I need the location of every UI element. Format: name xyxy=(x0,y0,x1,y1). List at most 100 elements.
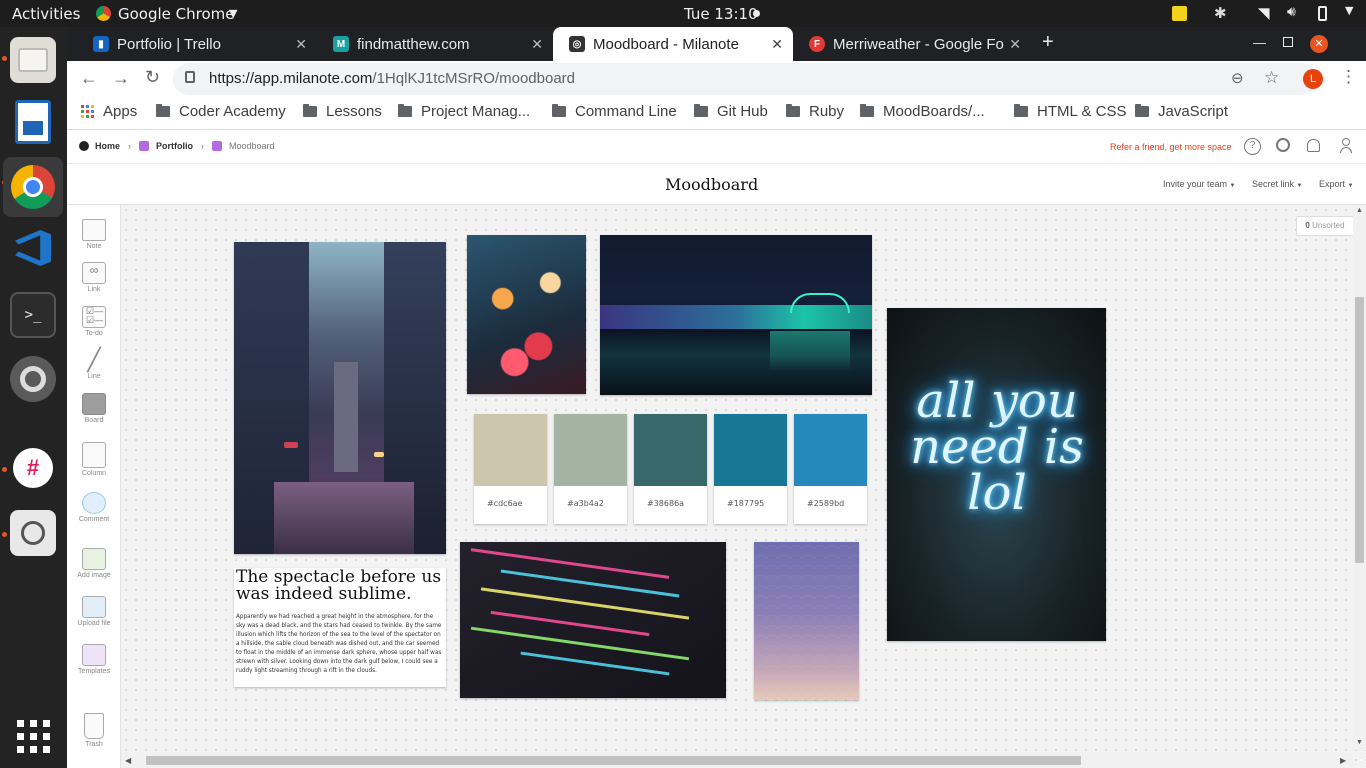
vertical-scrollbar[interactable]: ▲ ▼ xyxy=(1353,205,1366,750)
account-icon[interactable] xyxy=(1340,138,1352,155)
new-tab-icon[interactable]: + xyxy=(1042,31,1054,54)
battery-icon[interactable] xyxy=(1318,6,1327,21)
bookmark-folder[interactable]: Project Manag... xyxy=(398,103,530,120)
help-icon[interactable]: ? xyxy=(1244,138,1261,155)
secret-link-menu[interactable]: Secret link ▼ xyxy=(1252,179,1303,189)
refer-friend-link[interactable]: Refer a friend, get more space xyxy=(1110,142,1232,152)
tool-templates[interactable]: Templates xyxy=(67,644,121,675)
horizontal-scrollbar[interactable]: ◀ ▶ xyxy=(121,753,1353,768)
vscode-icon[interactable] xyxy=(10,225,56,271)
system-menu-chevron-icon[interactable]: ▼ xyxy=(1345,4,1353,17)
tool-link[interactable]: ∞ Link xyxy=(67,262,121,293)
sticky-notes-tray-icon[interactable] xyxy=(1172,6,1187,21)
files-icon[interactable] xyxy=(10,37,56,83)
text-note-card[interactable]: The spectacle before us was indeed subli… xyxy=(234,568,446,687)
upload-cloud-icon xyxy=(82,596,106,618)
board-title[interactable]: Moodboard xyxy=(665,175,758,194)
clock[interactable]: Tue 13:10 xyxy=(684,5,758,23)
night-bridge-image[interactable] xyxy=(600,235,872,395)
color-swatch[interactable]: #2589bd xyxy=(794,414,867,524)
bookmark-apps[interactable]: Apps xyxy=(81,103,137,120)
swatch-color xyxy=(714,414,787,486)
tab-milanote[interactable]: ◎ Moodboard - Milanote ✕ xyxy=(553,27,793,61)
close-tab-icon[interactable]: ✕ xyxy=(1005,36,1021,53)
tool-comment[interactable]: Comment xyxy=(67,492,121,523)
bookmark-star-icon[interactable]: ☆ xyxy=(1264,68,1279,88)
swatch-color xyxy=(634,414,707,486)
scales-pattern-image[interactable] xyxy=(754,542,859,700)
profile-avatar[interactable]: L xyxy=(1303,69,1323,89)
tab-google-fonts[interactable]: F Merriweather - Google Fo ✕ xyxy=(793,27,1031,61)
unsorted-button[interactable]: 0 Unsorted xyxy=(1296,216,1354,236)
writer-icon[interactable] xyxy=(10,99,56,145)
minimize-icon[interactable]: — xyxy=(1253,35,1266,50)
color-swatch[interactable]: #cdc6ae xyxy=(474,414,547,524)
trash[interactable]: Trash xyxy=(67,713,121,748)
bookmark-folder[interactable]: MoodBoards/... xyxy=(860,103,985,120)
back-icon[interactable]: ← xyxy=(80,68,98,89)
tool-upload-file[interactable]: Upload file xyxy=(67,596,121,627)
close-window-icon[interactable]: ✕ xyxy=(1310,35,1328,53)
bookmark-folder[interactable]: Ruby xyxy=(786,103,844,120)
code-screen-image[interactable] xyxy=(460,542,726,698)
breadcrumb-separator-icon: › xyxy=(201,141,205,151)
tool-board[interactable]: Board xyxy=(67,393,121,424)
close-tab-icon[interactable]: ✕ xyxy=(295,36,307,53)
maximize-icon[interactable] xyxy=(1283,37,1293,47)
bookmark-folder[interactable]: Command Line xyxy=(552,103,677,120)
reload-icon[interactable]: ↻ xyxy=(145,67,160,88)
tool-add-image[interactable]: Add image xyxy=(67,548,121,579)
breadcrumb-portfolio[interactable]: Portfolio xyxy=(156,141,193,151)
tool-column[interactable]: Column xyxy=(67,442,121,477)
bookmark-folder[interactable]: Git Hub xyxy=(694,103,768,120)
close-tab-icon[interactable]: ✕ xyxy=(531,36,543,53)
address-bar[interactable]: https://app.milanote.com/1HqlKJ1tcMSrRO/… xyxy=(173,63,1317,95)
tool-note[interactable]: Note xyxy=(67,219,121,250)
notifications-bell-icon[interactable] xyxy=(1307,139,1320,152)
swatch-label: #187795 xyxy=(727,499,765,508)
neon-sign-image[interactable]: all you need is lol xyxy=(887,308,1106,641)
chrome-menu-icon[interactable]: ⋮ xyxy=(1340,67,1357,87)
forward-icon[interactable]: → xyxy=(112,68,130,89)
slack-tray-icon[interactable]: ✱ xyxy=(1214,4,1227,22)
breadcrumb: Home › Portfolio › Moodboard xyxy=(79,141,275,151)
app-menu[interactable]: Google Chrome xyxy=(118,5,235,23)
terminal-icon[interactable]: >_ xyxy=(10,292,56,338)
swatch-label: #a3b4a2 xyxy=(567,499,604,508)
lock-icon[interactable] xyxy=(185,71,195,83)
wifi-icon[interactable]: ◥ xyxy=(1258,4,1270,22)
slack-icon[interactable]: # xyxy=(10,445,56,491)
show-applications-icon[interactable] xyxy=(10,713,56,759)
zoom-icon[interactable]: ⊖ xyxy=(1231,69,1244,87)
bookmark-folder[interactable]: Coder Academy xyxy=(156,103,286,120)
tab-trello[interactable]: ▮ Portfolio | Trello ✕ xyxy=(77,27,317,61)
export-menu[interactable]: Export ▼ xyxy=(1319,179,1353,189)
tool-todo[interactable]: ☑— ☑— To-do xyxy=(67,306,121,337)
board-icon xyxy=(139,141,150,151)
tab-title: Merriweather - Google Fo xyxy=(833,35,1004,53)
note-heading: The spectacle before us was indeed subli… xyxy=(236,568,442,604)
volume-icon[interactable]: 🔊︎ xyxy=(1287,4,1296,20)
tool-line[interactable]: ╱ Line xyxy=(67,347,121,381)
search-tool-icon[interactable] xyxy=(10,510,56,556)
tab-findmatthew[interactable]: M findmatthew.com ✕ xyxy=(317,27,553,61)
color-swatch[interactable]: #187795 xyxy=(714,414,787,524)
search-icon[interactable] xyxy=(1276,138,1290,152)
close-tab-icon[interactable]: ✕ xyxy=(771,36,783,53)
color-swatch[interactable]: #38686a xyxy=(634,414,707,524)
bokeh-lights-image[interactable] xyxy=(467,235,586,394)
breadcrumb-home[interactable]: Home xyxy=(95,141,120,151)
bookmark-folder[interactable]: Lessons xyxy=(303,103,382,120)
apps-grid-icon xyxy=(81,105,94,118)
tab-title: findmatthew.com xyxy=(357,35,470,53)
settings-icon[interactable] xyxy=(10,356,56,402)
invite-team-menu[interactable]: Invite your team ▼ xyxy=(1163,179,1236,189)
chrome-icon[interactable] xyxy=(3,157,63,217)
breadcrumb-current[interactable]: Moodboard xyxy=(229,141,275,151)
bookmark-folder[interactable]: JavaScript xyxy=(1135,103,1228,120)
color-swatch[interactable]: #a3b4a2 xyxy=(554,414,627,524)
activities-button[interactable]: Activities xyxy=(12,5,80,23)
line-icon: ╱ xyxy=(87,347,101,372)
bookmark-folder[interactable]: HTML & CSS xyxy=(1014,103,1126,120)
city-street-image[interactable] xyxy=(234,242,446,554)
